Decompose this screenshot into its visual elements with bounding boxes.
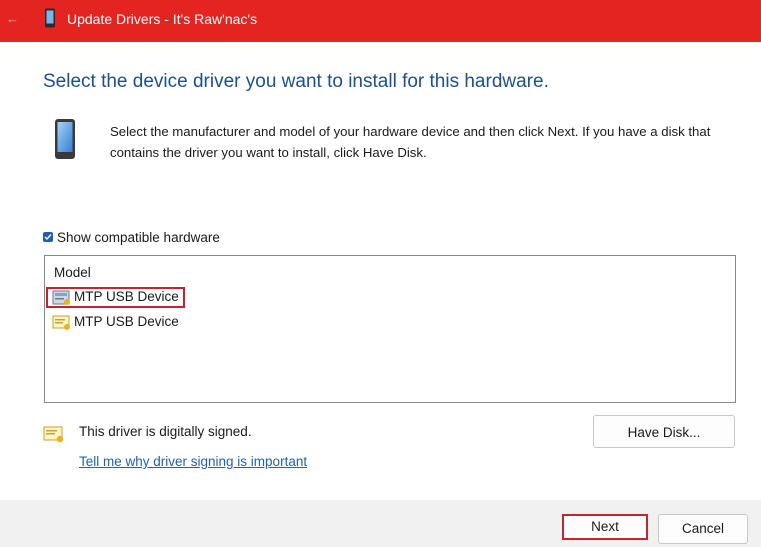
back-arrow-icon[interactable]: ← (6, 12, 20, 26)
title-bar: ← Update Drivers - It's Raw'nac's (0, 0, 761, 42)
signed-certificate-icon (43, 426, 64, 443)
window-title: Update Drivers - It's Raw'nac's (67, 11, 258, 27)
driver-certificate-icon (52, 315, 70, 330)
show-compatible-checkbox[interactable] (43, 232, 53, 242)
signed-status-text: This driver is digitally signed. (79, 424, 252, 439)
phone-device-icon (45, 8, 55, 28)
instruction-text: Select the manufacturer and model of you… (110, 124, 711, 160)
model-list[interactable]: Model MTP USB Device MTP USB Device (44, 255, 736, 403)
checkmark-icon (44, 234, 52, 241)
driver-signing-link[interactable]: Tell me why driver signing is important (79, 454, 307, 469)
next-button[interactable]: Next (562, 514, 648, 540)
cancel-button[interactable]: Cancel (658, 514, 748, 544)
model-column-header: Model (54, 265, 91, 280)
selection-highlight (46, 287, 185, 308)
list-item-label: MTP USB Device (74, 314, 179, 329)
page-heading: Select the device driver you want to ins… (43, 71, 549, 92)
show-compatible-label: Show compatible hardware (57, 230, 220, 245)
list-item[interactable]: MTP USB Device (49, 313, 349, 333)
have-disk-button[interactable]: Have Disk... (593, 415, 735, 448)
phone-device-icon (55, 119, 75, 159)
